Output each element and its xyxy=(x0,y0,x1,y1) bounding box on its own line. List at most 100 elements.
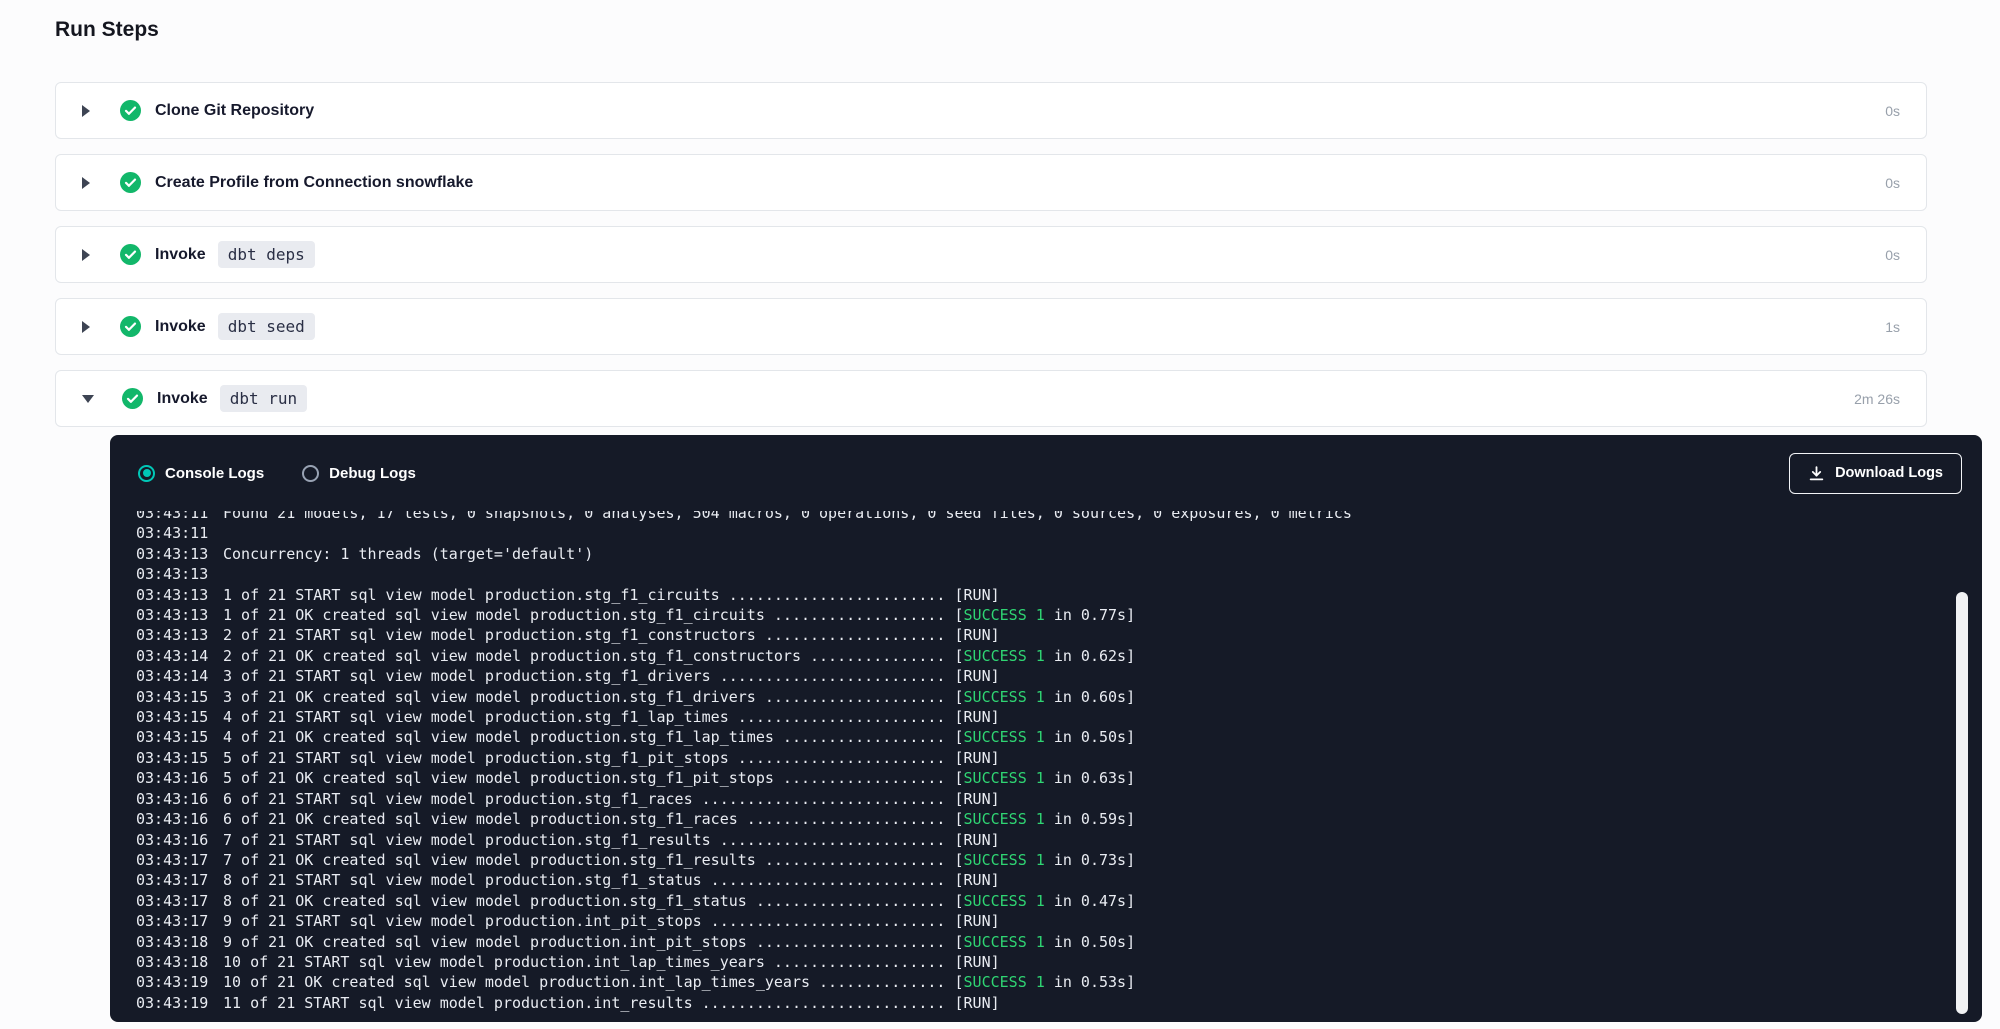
log-line: 03:43:166 of 21 START sql view model pro… xyxy=(136,789,1982,809)
log-success-badge: SUCCESS 1 xyxy=(964,688,1045,706)
success-check-icon xyxy=(120,100,141,121)
log-timestamp: 03:43:17 xyxy=(136,870,223,890)
log-line: 03:43:189 of 21 OK created sql view mode… xyxy=(136,932,1982,952)
step-row-4[interactable]: Invoke dbt seed 1s xyxy=(55,298,1927,355)
log-line: 03:43:166 of 21 OK created sql view mode… xyxy=(136,809,1982,829)
step-row-1[interactable]: Clone Git Repository 0s xyxy=(55,82,1927,139)
debug-logs-radio[interactable]: Debug Logs xyxy=(302,465,416,482)
step-label: Clone Git Repository xyxy=(155,102,314,120)
log-timestamp: 03:43:17 xyxy=(136,911,223,931)
step-command-badge: dbt run xyxy=(220,385,307,412)
step-duration: 2m 26s xyxy=(1854,391,1900,407)
step-command-badge: dbt deps xyxy=(218,241,315,268)
log-timestamp: 03:43:16 xyxy=(136,809,223,829)
log-line: 03:43:154 of 21 START sql view model pro… xyxy=(136,707,1982,727)
chevron-right-icon[interactable] xyxy=(82,177,90,189)
success-check-icon xyxy=(120,244,141,265)
log-line: 03:43:177 of 21 OK created sql view mode… xyxy=(136,850,1982,870)
log-timestamp: 03:43:13 xyxy=(136,544,223,564)
step-duration: 1s xyxy=(1885,319,1900,335)
log-success-badge: SUCCESS 1 xyxy=(964,851,1045,869)
log-line: 03:43:153 of 21 OK created sql view mode… xyxy=(136,687,1982,707)
log-success-badge: SUCCESS 1 xyxy=(964,728,1045,746)
download-icon xyxy=(1808,465,1825,482)
step-label: Create Profile from Connection snowflake xyxy=(155,174,473,192)
download-logs-label: Download Logs xyxy=(1835,465,1943,481)
chevron-right-icon[interactable] xyxy=(82,105,90,117)
log-timestamp: 03:43:15 xyxy=(136,707,223,727)
step-command-badge: dbt seed xyxy=(218,313,315,340)
log-timestamp: 03:43:11 xyxy=(136,511,223,523)
step-label: Invoke xyxy=(157,390,208,408)
log-scrollbar-thumb[interactable] xyxy=(1956,592,1968,1014)
log-timestamp: 03:43:13 xyxy=(136,585,223,605)
page-title: Run Steps xyxy=(55,18,2000,42)
console-log[interactable]: 03:43:11Found 21 models, 17 tests, 0 sna… xyxy=(110,511,1982,1022)
log-line: 03:43:178 of 21 START sql view model pro… xyxy=(136,870,1982,890)
step-duration: 0s xyxy=(1885,247,1900,263)
log-timestamp: 03:43:13 xyxy=(136,605,223,625)
log-timestamp: 03:43:14 xyxy=(136,646,223,666)
log-line: 03:43:132 of 21 START sql view model pro… xyxy=(136,625,1982,645)
log-timestamp: 03:43:16 xyxy=(136,830,223,850)
chevron-right-icon[interactable] xyxy=(82,249,90,261)
log-success-badge: SUCCESS 1 xyxy=(964,973,1045,991)
log-timestamp: 03:43:19 xyxy=(136,993,223,1013)
log-line: 03:43:131 of 21 START sql view model pro… xyxy=(136,585,1982,605)
log-success-badge: SUCCESS 1 xyxy=(964,810,1045,828)
log-success-badge: SUCCESS 1 xyxy=(964,769,1045,787)
success-check-icon xyxy=(120,316,141,337)
download-logs-button[interactable]: Download Logs xyxy=(1789,453,1962,494)
log-line: 03:43:1810 of 21 START sql view model pr… xyxy=(136,952,1982,972)
log-line: 03:43:178 of 21 OK created sql view mode… xyxy=(136,891,1982,911)
log-line: 03:43:131 of 21 OK created sql view mode… xyxy=(136,605,1982,625)
step-duration: 0s xyxy=(1885,175,1900,191)
log-timestamp: 03:43:18 xyxy=(136,952,223,972)
step-duration: 0s xyxy=(1885,103,1900,119)
log-line: 03:43:165 of 21 OK created sql view mode… xyxy=(136,768,1982,788)
log-line: 03:43:1911 of 21 START sql view model pr… xyxy=(136,993,1982,1013)
log-timestamp: 03:43:14 xyxy=(136,666,223,686)
run-steps-page: Run Steps Clone Git Repository0sCreate P… xyxy=(0,0,2000,1022)
console-logs-radio[interactable]: Console Logs xyxy=(138,465,264,482)
success-check-icon xyxy=(122,388,143,409)
step-row-3[interactable]: Invoke dbt deps 0s xyxy=(55,226,1927,283)
log-line: 03:43:13Concurrency: 1 threads (target='… xyxy=(136,544,1982,564)
step-row-5[interactable]: Invoke dbt run 2m 26s xyxy=(55,370,1927,427)
log-timestamp: 03:43:15 xyxy=(136,748,223,768)
step-label: Invoke xyxy=(155,318,206,336)
console-panel: Console Logs Debug Logs Download Logs 03… xyxy=(110,435,1982,1022)
log-success-badge: SUCCESS 1 xyxy=(964,647,1045,665)
console-header: Console Logs Debug Logs Download Logs xyxy=(110,435,1982,511)
chevron-right-icon[interactable] xyxy=(82,321,90,333)
log-line: 03:43:142 of 21 OK created sql view mode… xyxy=(136,646,1982,666)
log-timestamp: 03:43:13 xyxy=(136,625,223,645)
log-line: 03:43:1910 of 21 OK created sql view mod… xyxy=(136,972,1982,992)
log-timestamp: 03:43:19 xyxy=(136,972,223,992)
log-lines: 03:43:11Found 21 models, 17 tests, 0 sna… xyxy=(136,511,1982,1013)
log-line: 03:43:155 of 21 START sql view model pro… xyxy=(136,748,1982,768)
log-timestamp: 03:43:15 xyxy=(136,727,223,747)
log-line: 03:43:143 of 21 START sql view model pro… xyxy=(136,666,1982,686)
log-timestamp: 03:43:17 xyxy=(136,891,223,911)
log-success-badge: SUCCESS 1 xyxy=(964,606,1045,624)
console-logs-label: Console Logs xyxy=(165,465,264,482)
log-timestamp: 03:43:17 xyxy=(136,850,223,870)
radio-selected-icon xyxy=(138,465,155,482)
radio-unselected-icon xyxy=(302,465,319,482)
log-line: 03:43:11 xyxy=(136,523,1982,543)
chevron-down-icon[interactable] xyxy=(82,395,94,403)
log-line: 03:43:154 of 21 OK created sql view mode… xyxy=(136,727,1982,747)
log-line: 03:43:167 of 21 START sql view model pro… xyxy=(136,830,1982,850)
log-timestamp: 03:43:16 xyxy=(136,789,223,809)
log-success-badge: SUCCESS 1 xyxy=(964,892,1045,910)
log-timestamp: 03:43:18 xyxy=(136,932,223,952)
step-row-2[interactable]: Create Profile from Connection snowflake… xyxy=(55,154,1927,211)
log-line: 03:43:13 xyxy=(136,564,1982,584)
success-check-icon xyxy=(120,172,141,193)
log-timestamp: 03:43:11 xyxy=(136,523,223,543)
log-line: 03:43:11Found 21 models, 17 tests, 0 sna… xyxy=(136,511,1982,523)
log-success-badge: SUCCESS 1 xyxy=(964,933,1045,951)
step-label: Invoke xyxy=(155,246,206,264)
log-timestamp: 03:43:16 xyxy=(136,768,223,788)
